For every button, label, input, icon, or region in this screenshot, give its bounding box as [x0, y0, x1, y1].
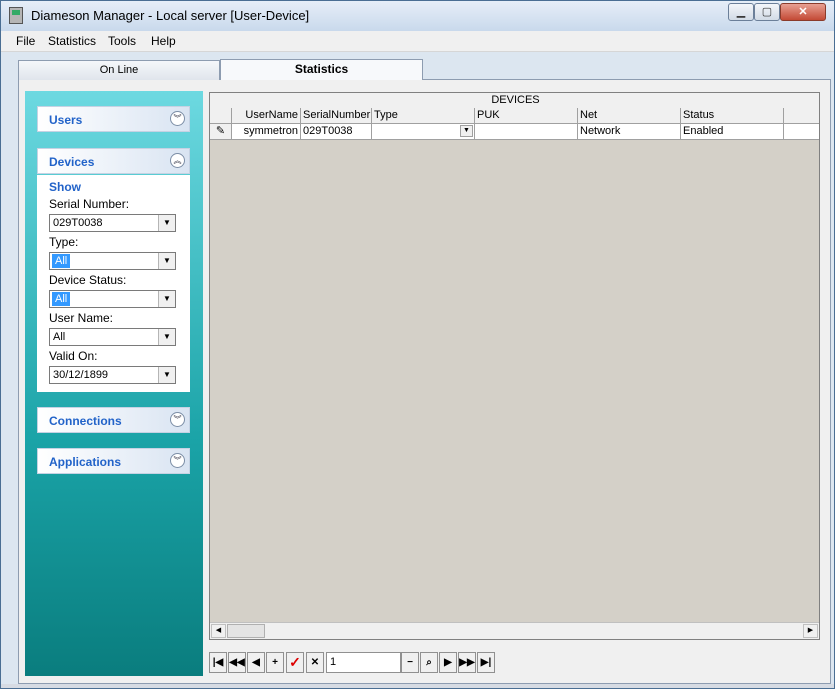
grid-title: DEVICES: [210, 93, 819, 109]
column-header-puk[interactable]: PUK: [475, 108, 578, 124]
maximize-button[interactable]: ▢: [754, 3, 780, 21]
app-icon[interactable]: [9, 7, 23, 24]
cell-username[interactable]: symmetron: [232, 124, 301, 140]
menu-bar: File Statistics Tools Help: [1, 31, 834, 52]
group-devices-title: Devices: [49, 155, 95, 169]
minimize-button[interactable]: ▁: [728, 3, 754, 21]
cell-filler: [784, 124, 819, 140]
scroll-left-icon[interactable]: ◀: [211, 624, 226, 638]
insert-record-button[interactable]: +: [266, 652, 284, 673]
dropdown-arrow-icon[interactable]: ▼: [158, 291, 175, 307]
close-button[interactable]: ✕: [780, 3, 826, 21]
column-header-serialnumber[interactable]: SerialNumber: [301, 108, 372, 124]
group-connections-title: Connections: [49, 414, 122, 428]
group-applications-header[interactable]: Applications ︾: [37, 448, 190, 474]
menu-help[interactable]: Help: [151, 34, 176, 48]
dropdown-arrow-icon[interactable]: ▼: [158, 253, 175, 269]
record-position[interactable]: 1: [326, 652, 401, 673]
filter-sidebar: Users ︾ Devices ︽ Show Serial Number: 02…: [25, 91, 203, 676]
serial-number-select[interactable]: 029T0038 ▼: [49, 214, 176, 232]
menu-tools[interactable]: Tools: [108, 34, 136, 48]
horizontal-scrollbar[interactable]: ◀ ▶: [210, 622, 819, 639]
dropdown-arrow-icon[interactable]: ▼: [460, 125, 473, 137]
devices-grid[interactable]: DEVICES UserName SerialNumber Type PUK N…: [209, 92, 820, 640]
group-users-title: Users: [49, 113, 83, 127]
column-header-status[interactable]: Status: [681, 108, 784, 124]
cell-serialnumber[interactable]: 029T0038: [301, 124, 372, 140]
device-status-label: Device Status:: [49, 273, 127, 287]
type-label: Type:: [49, 235, 79, 249]
cell-status[interactable]: Enabled: [681, 124, 784, 140]
devices-filter-panel: Show Serial Number: 029T0038 ▼ Type: All…: [37, 175, 190, 392]
valid-on-value: 30/12/1899: [53, 369, 109, 381]
expand-chevron-icon[interactable]: ︾: [170, 412, 185, 427]
scroll-right-icon[interactable]: ▶: [803, 624, 818, 638]
scroll-thumb[interactable]: [227, 624, 265, 638]
status-strip: [1, 684, 834, 688]
binoculars-icon[interactable]: ⌕: [420, 652, 438, 673]
cell-puk[interactable]: [475, 124, 578, 140]
menu-file[interactable]: File: [16, 34, 35, 48]
dropdown-arrow-icon[interactable]: ▼: [158, 329, 175, 345]
title-bar[interactable]: Diameson Manager - Local server [User-De…: [1, 1, 834, 31]
device-status-select[interactable]: All ▼: [49, 290, 176, 308]
dropdown-arrow-icon[interactable]: ▼: [158, 367, 175, 383]
cell-type[interactable]: ▼: [372, 124, 475, 140]
serial-number-label: Serial Number:: [49, 197, 130, 211]
row-edit-indicator-icon: ✎: [210, 124, 232, 140]
prev-page-button[interactable]: ◀◀: [228, 652, 246, 673]
first-record-button[interactable]: |◀: [209, 652, 227, 673]
window-title: Diameson Manager - Local server [User-De…: [31, 8, 310, 23]
expand-chevron-icon[interactable]: ︾: [170, 453, 185, 468]
serial-number-value: 029T0038: [53, 217, 103, 229]
device-status-value: All: [52, 292, 71, 306]
cancel-x-icon[interactable]: ✕: [306, 652, 324, 673]
user-name-value: All: [53, 331, 66, 343]
record-navigator: |◀ ◀◀ ◀ + ✓ ✕ 1 − ⌕ ▶ ▶▶ ▶|: [209, 652, 496, 673]
type-value: All: [52, 254, 71, 268]
column-header-net[interactable]: Net: [578, 108, 681, 124]
group-devices-header[interactable]: Devices ︽: [37, 148, 190, 174]
group-users-header[interactable]: Users ︾: [37, 106, 190, 132]
menu-statistics[interactable]: Statistics: [48, 34, 96, 48]
post-checkmark-icon[interactable]: ✓: [286, 652, 304, 673]
tab-online[interactable]: On Line: [18, 60, 220, 80]
column-header-filler: [784, 108, 819, 124]
cell-net[interactable]: Network: [578, 124, 681, 140]
group-connections-header[interactable]: Connections ︾: [37, 407, 190, 433]
last-record-button[interactable]: ▶|: [477, 652, 495, 673]
group-applications-title: Applications: [49, 455, 122, 469]
next-record-button[interactable]: ▶: [439, 652, 457, 673]
user-name-label: User Name:: [49, 311, 114, 325]
app-window: Diameson Manager - Local server [User-De…: [0, 0, 835, 689]
row-indicator-header: [210, 108, 232, 124]
valid-on-label: Valid On:: [49, 349, 98, 363]
dropdown-arrow-icon[interactable]: ▼: [158, 215, 175, 231]
type-select[interactable]: All ▼: [49, 252, 176, 270]
next-page-button[interactable]: ▶▶: [458, 652, 476, 673]
expand-chevron-icon[interactable]: ︾: [170, 111, 185, 126]
tab-statistics[interactable]: Statistics: [220, 59, 423, 80]
prev-record-button[interactable]: ◀: [247, 652, 265, 673]
delete-record-button[interactable]: −: [401, 652, 419, 673]
show-label: Show: [49, 180, 81, 194]
user-name-select[interactable]: All ▼: [49, 328, 176, 346]
column-header-type[interactable]: Type: [372, 108, 475, 124]
collapse-chevron-icon[interactable]: ︽: [170, 153, 185, 168]
column-header-username[interactable]: UserName: [232, 108, 301, 124]
valid-on-date-picker[interactable]: 30/12/1899 ▼: [49, 366, 176, 384]
